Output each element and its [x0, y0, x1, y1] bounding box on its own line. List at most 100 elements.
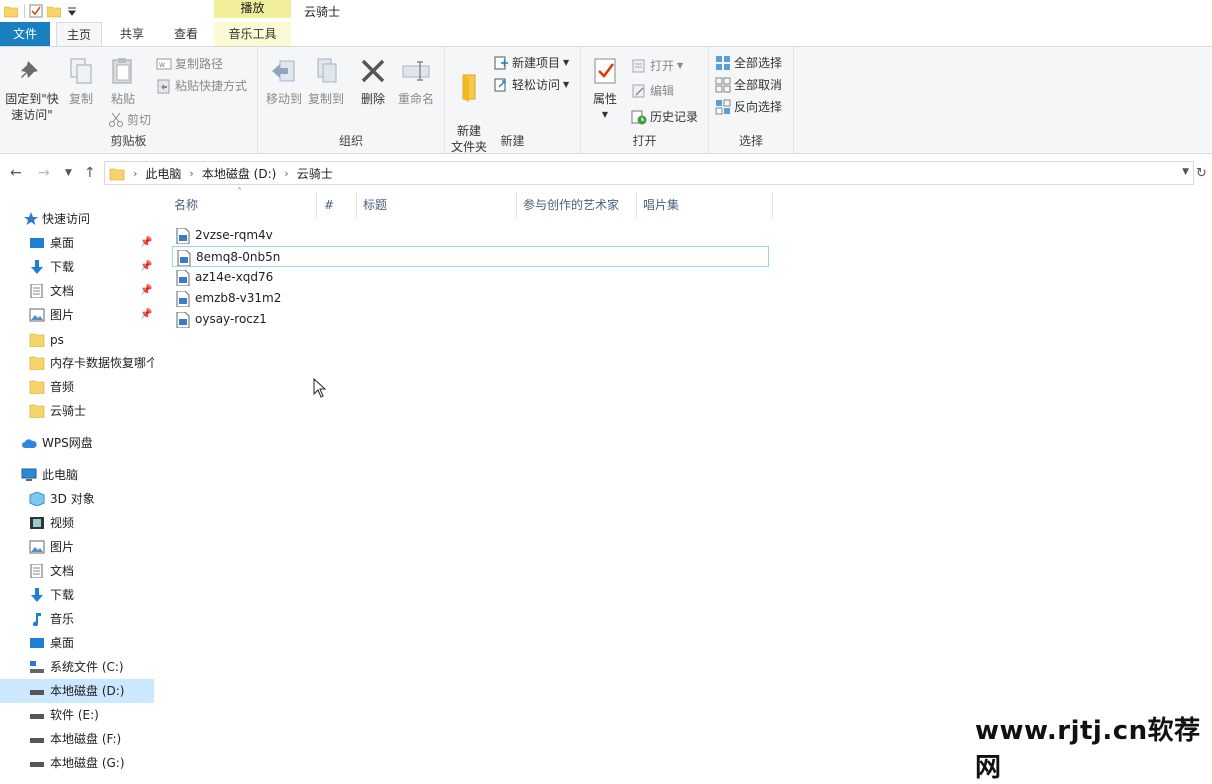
sidebar-item-drive-c[interactable]: 系统文件 (C:)	[0, 655, 154, 679]
column-divider[interactable]	[356, 192, 357, 218]
properties-button[interactable]: 属性 ▼	[587, 55, 623, 123]
sidebar-item-downloads[interactable]: 下载 📌	[0, 255, 154, 279]
column-divider[interactable]	[636, 192, 637, 218]
address-bar[interactable]: › 此电脑 › 本地磁盘 (D:) › 云骑士 ▼	[104, 161, 1194, 185]
copy-to-button[interactable]: 复制到	[304, 55, 348, 107]
copy-button[interactable]: 复制	[64, 55, 98, 107]
pin-icon: 📌	[140, 237, 153, 248]
folder-icon	[29, 333, 45, 347]
invert-selection-button[interactable]: 反向选择	[715, 97, 782, 117]
breadcrumb-chevron-icon: ›	[284, 167, 289, 180]
easy-access-icon	[494, 78, 506, 92]
sidebar-item-quick-access[interactable]: 快速访问	[0, 207, 154, 231]
sidebar-item-drive-e[interactable]: 软件 (E:)	[0, 703, 154, 727]
sidebar-item-pictures[interactable]: 图片 📌	[0, 303, 154, 327]
pin-icon	[21, 61, 38, 78]
pin-quick-access-button[interactable]: 固定到"快速访问"	[2, 55, 62, 123]
video-file-icon	[176, 270, 190, 286]
file-row[interactable]: emzb8-v31m2	[172, 288, 769, 309]
music-note-icon	[33, 613, 41, 626]
edit-button[interactable]: 编辑	[631, 81, 674, 101]
sidebar-item-pc-documents[interactable]: 文档	[0, 559, 154, 583]
new-item-button[interactable]: 新建项目 ▼	[493, 53, 569, 73]
address-row: ← → ▼ ↑ › 此电脑 › 本地磁盘 (D:) › 云骑士 ▼ ↻	[0, 156, 1212, 190]
column-divider[interactable]	[772, 192, 773, 218]
file-row[interactable]: oysay-rocz1	[172, 309, 769, 330]
sidebar-item-ps[interactable]: ps	[0, 328, 154, 352]
sidebar-item-drive-f[interactable]: 本地磁盘 (F:)	[0, 727, 154, 751]
open-button[interactable]: 打开 ▼	[631, 56, 683, 76]
column-header-album[interactable]: 唱片集	[643, 192, 679, 218]
select-all-button[interactable]: 全部选择	[715, 53, 782, 73]
delete-x-icon	[361, 59, 385, 83]
breadcrumb-drive-d[interactable]: 本地磁盘 (D:)	[202, 165, 276, 182]
sidebar-item-music[interactable]: 音乐	[0, 607, 154, 631]
sidebar-item-documents[interactable]: 文档 📌	[0, 279, 154, 303]
sidebar-item-drive-d[interactable]: 本地磁盘 (D:)	[0, 679, 154, 703]
sidebar-item-label: 图片	[50, 308, 75, 322]
back-arrow-icon[interactable]: ←	[10, 165, 22, 181]
recent-locations-chevron-icon[interactable]: ▼	[65, 168, 72, 178]
tab-share[interactable]: 共享	[110, 22, 154, 46]
column-header-name[interactable]: 名称	[174, 192, 198, 218]
cut-button[interactable]: 剪切	[108, 110, 151, 130]
sidebar-item-videos[interactable]: 视频	[0, 511, 154, 535]
copy-path-button[interactable]: W 复制路径	[156, 54, 223, 74]
sidebar-item-pc-pictures[interactable]: 图片	[0, 535, 154, 559]
file-row[interactable]: az14e-xqd76	[172, 267, 769, 288]
refresh-icon[interactable]: ↻	[1196, 166, 1207, 181]
tab-view[interactable]: 查看	[164, 22, 208, 46]
sidebar-item-label: 本地磁盘 (G:)	[50, 756, 125, 770]
sidebar-item-this-pc[interactable]: 此电脑	[0, 463, 154, 487]
edit-label: 编辑	[650, 84, 675, 98]
easy-access-button[interactable]: 轻松访问 ▼	[493, 75, 569, 95]
file-row[interactable]: 2vzse-rqm4v	[172, 225, 769, 246]
sidebar-item-pc-downloads[interactable]: 下载	[0, 583, 154, 607]
properties-icon[interactable]	[29, 4, 43, 18]
divider	[24, 4, 25, 18]
sidebar-item-label: WPS网盘	[42, 436, 93, 450]
column-header-artists[interactable]: 参与创作的艺术家	[523, 192, 619, 218]
tab-home[interactable]: 主页	[56, 22, 102, 47]
sidebar-item-desktop[interactable]: 桌面 📌	[0, 231, 154, 255]
breadcrumb-this-pc[interactable]: 此电脑	[145, 165, 181, 182]
file-name: az14e-xqd76	[195, 270, 274, 284]
move-to-button[interactable]: 移动到	[262, 55, 306, 107]
forward-arrow-icon[interactable]: →	[38, 165, 50, 181]
paste-button[interactable]: 粘贴	[106, 55, 140, 107]
tab-music-tools[interactable]: 音乐工具	[214, 22, 291, 46]
file-row-focused[interactable]: 8emq8-0nb5n	[172, 246, 769, 267]
up-arrow-icon[interactable]: ↑	[84, 165, 96, 181]
video-file-icon	[177, 250, 191, 266]
breadcrumb-chevron-icon: ›	[133, 167, 138, 180]
rename-button[interactable]: 重命名	[396, 55, 436, 107]
column-divider[interactable]	[516, 192, 517, 218]
sidebar-item-label: 3D 对象	[50, 492, 95, 506]
breadcrumb: › 此电脑 › 本地磁盘 (D:) › 云骑士	[109, 165, 333, 182]
select-none-button[interactable]: 全部取消	[715, 75, 782, 95]
history-button[interactable]: 历史记录	[631, 107, 698, 127]
sidebar-item-pc-desktop[interactable]: 桌面	[0, 631, 154, 655]
address-dropdown-icon[interactable]: ▼	[1182, 167, 1189, 177]
column-header-number[interactable]: #	[324, 192, 334, 218]
tab-file[interactable]: 文件	[0, 22, 50, 46]
sidebar-item-wps-cloud[interactable]: WPS网盘	[0, 431, 154, 455]
edit-icon	[632, 84, 645, 98]
customize-toolbar-icon[interactable]	[65, 4, 79, 18]
breadcrumb-chevron-icon: ›	[189, 167, 194, 180]
delete-button[interactable]: 删除	[356, 55, 390, 107]
sidebar-item-yunqishi[interactable]: 云骑士	[0, 399, 154, 423]
invert-selection-label: 反向选择	[734, 100, 783, 114]
sidebar-item-drive-g[interactable]: 本地磁盘 (G:)	[0, 751, 154, 772]
scissors-icon	[109, 112, 123, 127]
folder-icon	[29, 356, 45, 370]
column-divider[interactable]	[316, 192, 317, 218]
sidebar-item-audio[interactable]: 音频	[0, 375, 154, 399]
sidebar-item-memory-card[interactable]: 内存卡数据恢复哪个	[0, 351, 154, 375]
paste-shortcut-button[interactable]: 粘贴快捷方式	[156, 76, 247, 96]
column-header-title[interactable]: 标题	[363, 192, 387, 218]
new-folder-icon[interactable]	[47, 4, 61, 18]
sidebar-item-3d-objects[interactable]: 3D 对象	[0, 487, 154, 511]
group-new: 新建 文件夹 新建项目 ▼ 轻松访问 ▼ 新建	[445, 47, 581, 154]
breadcrumb-current-folder[interactable]: 云骑士	[297, 165, 333, 182]
